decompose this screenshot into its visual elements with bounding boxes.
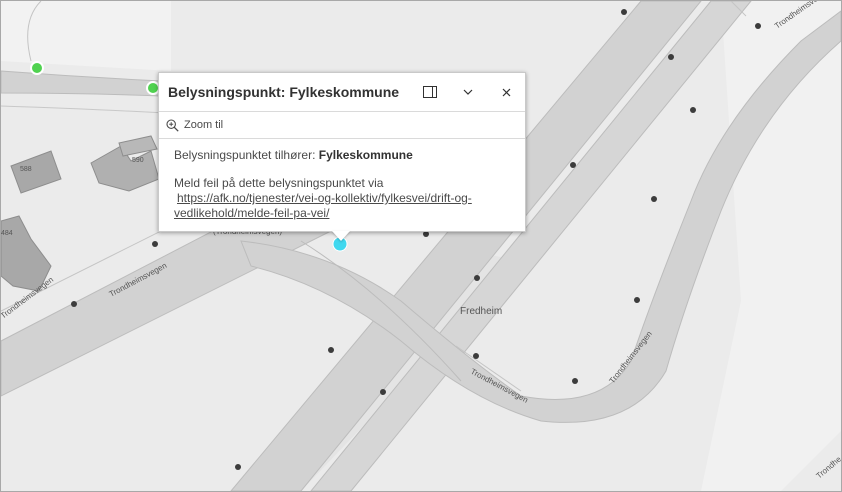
house-number-590: 590 — [132, 157, 144, 164]
close-button[interactable] — [495, 81, 517, 103]
report-link[interactable]: https://afk.no/tjenester/vei-og-kollekti… — [177, 191, 472, 205]
popup-header: Belysningspunkt: Fylkeskommune — [159, 73, 525, 111]
owner-line: Belysningspunktet tilhører: Fylkeskommun… — [174, 148, 510, 163]
popup-title: Belysningspunkt: Fylkeskommune — [168, 84, 400, 100]
light-point[interactable] — [474, 275, 480, 281]
owner-value: Fylkeskommune — [318, 148, 413, 162]
light-point[interactable] — [570, 162, 576, 168]
popup-content: Belysningspunktet tilhører: Fylkeskommun… — [159, 139, 525, 221]
light-point[interactable] — [380, 389, 386, 395]
light-point[interactable] — [152, 241, 158, 247]
popup-actions: Zoom til — [159, 111, 525, 139]
chevron-down-icon — [463, 89, 473, 95]
zoom-to-button[interactable]: Zoom til — [166, 118, 224, 132]
light-point[interactable] — [473, 353, 479, 359]
light-point[interactable] — [690, 107, 696, 113]
light-point[interactable] — [651, 196, 657, 202]
zoom-in-icon — [166, 118, 179, 132]
house-number-484: 484 — [1, 230, 13, 237]
dock-button[interactable] — [419, 81, 441, 103]
popup-pointer — [332, 231, 350, 241]
light-point[interactable] — [71, 301, 77, 307]
report-link-continued[interactable]: vedlikehold/melde-feil-pa-vei/ — [174, 206, 329, 220]
light-point[interactable] — [235, 464, 241, 470]
report-text: Meld feil på dette belysningspunktet via — [174, 176, 384, 190]
owner-prefix: Belysningspunktet tilhører: — [174, 148, 319, 162]
land-area — [1, 1, 171, 71]
light-point[interactable] — [755, 23, 761, 29]
collapse-button[interactable] — [457, 81, 479, 103]
dock-icon — [423, 86, 437, 98]
map-view[interactable]: 588 590 484 (Trondheimsvegen) Trondheims… — [0, 0, 842, 492]
house-number-588: 588 — [20, 166, 32, 173]
light-point[interactable] — [328, 347, 334, 353]
light-point[interactable] — [634, 297, 640, 303]
light-point[interactable] — [572, 378, 578, 384]
close-icon — [502, 88, 510, 96]
green-marker[interactable] — [30, 61, 44, 75]
feature-popup: Belysningspunkt: Fylkeskommune Zoom til … — [158, 72, 526, 241]
zoom-to-label: Zoom til — [184, 119, 224, 131]
light-point[interactable] — [668, 54, 674, 60]
light-point[interactable] — [621, 9, 627, 15]
place-label-fredheim: Fredheim — [460, 306, 502, 317]
